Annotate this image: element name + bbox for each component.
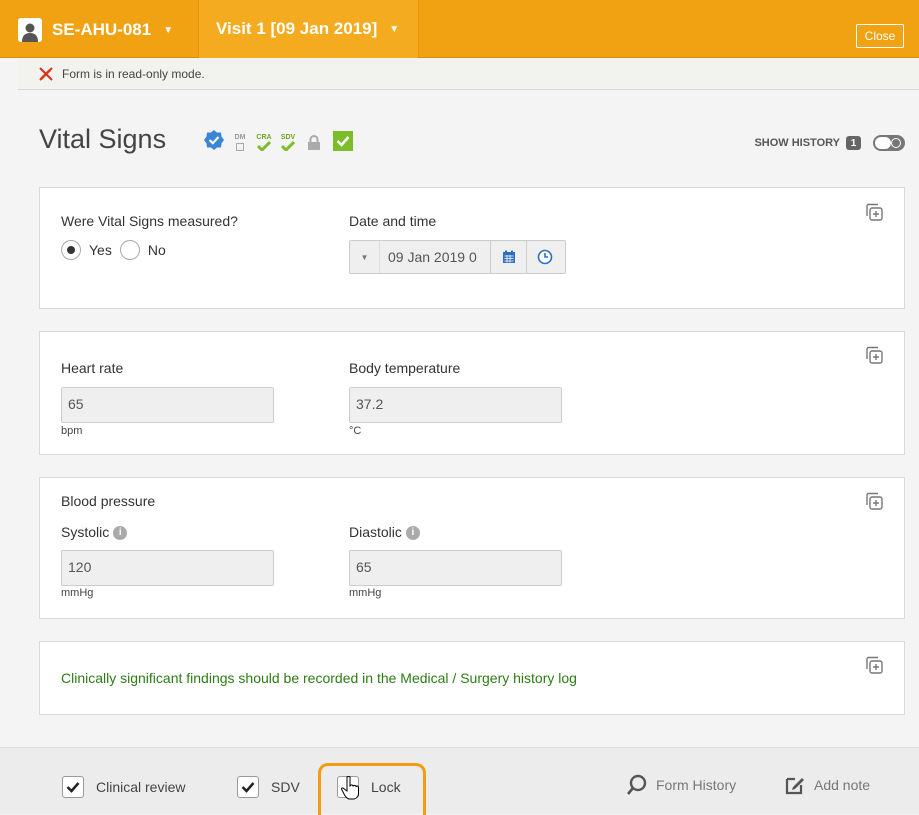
subject-selector[interactable]: SE-AHU-081 ▼ <box>18 13 200 47</box>
copy-add-icon[interactable] <box>864 491 884 511</box>
copy-add-icon[interactable] <box>864 202 884 222</box>
top-bar: SE-AHU-081 ▼ Visit 1 [09 Jan 2019] ▼ Clo… <box>0 0 919 58</box>
dm-checkbox-icon <box>236 143 244 151</box>
note-section: Clinically significant findings should b… <box>39 641 905 715</box>
lock-icon <box>308 135 320 150</box>
visit-label: Visit 1 [09 Jan 2019] <box>216 19 378 38</box>
time-button[interactable] <box>526 241 562 273</box>
status-badges: DM CRA SDV <box>203 129 353 151</box>
calendar-icon <box>502 250 515 263</box>
info-icon[interactable]: i <box>113 526 128 541</box>
sdv-label: SDV <box>271 779 300 795</box>
body-temperature-unit: °C <box>349 425 362 437</box>
check-icon <box>281 141 295 151</box>
info-icon[interactable]: i <box>405 526 420 541</box>
history-log-note: Clinically significant findings should b… <box>61 670 577 686</box>
show-history-control: SHOW HISTORY 1 <box>754 135 905 151</box>
copy-add-icon[interactable] <box>864 655 884 675</box>
search-icon <box>627 774 647 795</box>
diastolic-field[interactable]: 65 <box>349 550 562 586</box>
check-icon <box>66 782 80 793</box>
toggle-knob <box>875 137 891 149</box>
lock-label: Lock <box>371 779 401 795</box>
yes-label: Yes <box>89 242 112 258</box>
diastolic-label: Diastolic <box>349 524 402 540</box>
chevron-down-icon: ▼ <box>389 23 400 35</box>
chevron-down-icon[interactable]: ▼ <box>350 241 380 273</box>
measured-radio-group: Yes No <box>61 240 166 260</box>
form-history-label: Form History <box>656 777 737 793</box>
no-edit-icon <box>39 66 53 81</box>
clinical-review-checkbox[interactable] <box>62 776 84 798</box>
datetime-field[interactable]: ▼ 09 Jan 2019 0 <box>349 240 566 274</box>
page-title: Vital Signs <box>39 124 167 154</box>
check-icon <box>241 782 255 793</box>
history-count-badge: 1 <box>846 136 861 150</box>
toggle-off-icon <box>891 138 901 148</box>
dm-badge: DM <box>231 134 249 151</box>
heart-rate-field[interactable]: 65 <box>61 387 274 423</box>
close-button[interactable]: Close <box>856 24 904 48</box>
calendar-button[interactable] <box>490 241 526 273</box>
datetime-value: 09 Jan 2019 0 <box>388 249 477 265</box>
complete-check-icon <box>333 131 353 151</box>
no-radio[interactable] <box>119 240 140 260</box>
user-icon <box>18 18 42 42</box>
add-note-label: Add note <box>814 777 871 793</box>
check-icon <box>257 141 271 151</box>
copy-add-icon[interactable] <box>864 345 884 365</box>
systolic-unit: mmHg <box>61 587 94 599</box>
cra-label: CRA <box>256 134 272 141</box>
no-label: No <box>147 242 166 258</box>
verified-icon <box>204 130 224 150</box>
subject-label: SE-AHU-081 <box>52 20 152 39</box>
form-area: Vital Signs DM CRA SDV SHOW HISTORY 1 We… <box>18 91 919 747</box>
body-temperature-label: Body temperature <box>349 360 461 376</box>
add-note-button[interactable]: Add note <box>784 774 870 796</box>
clock-icon <box>537 249 552 265</box>
systolic-field[interactable]: 120 <box>61 550 274 586</box>
readonly-banner: Form is in read-only mode. <box>18 58 919 90</box>
heart-rate-unit: bpm <box>61 425 83 437</box>
sdv-badge: SDV <box>279 134 297 151</box>
body-temperature-field[interactable]: 37.2 <box>349 387 562 423</box>
yes-radio[interactable] <box>61 240 81 260</box>
sdv-control[interactable]: SDV <box>237 776 300 798</box>
diastolic-unit: mmHg <box>349 587 382 599</box>
visit-selector[interactable]: Visit 1 [09 Jan 2019] ▼ <box>199 0 419 58</box>
measured-question-label: Were Vital Signs measured? <box>61 213 238 229</box>
chevron-down-icon: ▼ <box>163 24 174 36</box>
sdv-label: SDV <box>280 134 296 141</box>
dm-label: DM <box>234 134 246 141</box>
diastolic-label-wrap: Diastolic i <box>349 524 420 541</box>
measurement-section: Were Vital Signs measured? Yes No Date a… <box>39 187 905 309</box>
systolic-label-wrap: Systolic i <box>61 524 128 541</box>
bottom-toolbar: Clinical review SDV Lock Form History Ad… <box>0 747 919 815</box>
blood-pressure-section: Blood pressure Systolic i 120 mmHg Diasto… <box>39 477 905 619</box>
clinical-review-label: Clinical review <box>96 779 186 795</box>
cra-badge: CRA <box>255 134 273 151</box>
blood-pressure-label: Blood pressure <box>61 493 156 509</box>
readonly-message: Form is in read-only mode. <box>62 66 205 81</box>
vitals-section: Heart rate 65 bpm Body temperature 37.2 … <box>39 331 905 455</box>
heart-rate-label: Heart rate <box>61 360 124 376</box>
form-history-button[interactable]: Form History <box>626 774 736 796</box>
show-history-label: SHOW HISTORY <box>754 137 840 149</box>
edit-note-icon <box>785 777 804 795</box>
hand-cursor-icon <box>340 776 359 800</box>
sdv-checkbox[interactable] <box>237 776 259 798</box>
show-history-toggle[interactable] <box>873 135 905 151</box>
clinical-review-control[interactable]: Clinical review <box>62 776 185 798</box>
systolic-label: Systolic <box>61 524 110 540</box>
datetime-label: Date and time <box>349 213 437 229</box>
